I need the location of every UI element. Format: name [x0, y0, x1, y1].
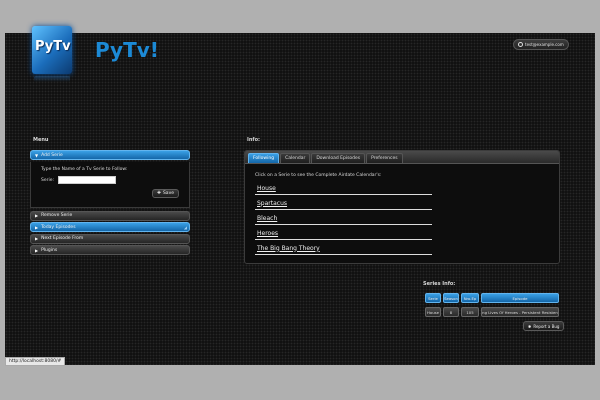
following-series-list: House Spartacus Bleach Heroes The Big Ba…	[255, 182, 432, 257]
menu-section-plugins[interactable]: ▶ Plugins	[30, 245, 190, 255]
app-title: PyTv!	[95, 38, 159, 62]
menu-section-label: Remove Serie	[41, 213, 73, 218]
status-bar-url: http://localhost:8080/#	[5, 357, 66, 366]
series-info-value: Long Lives Of Heroes - Persistent Resist…	[481, 307, 559, 317]
add-serie-panel: Type the Name of a Tv Serie to Follow: S…	[30, 161, 190, 208]
series-info-value: 8	[443, 307, 459, 317]
serie-link-house[interactable]: House	[255, 182, 432, 195]
bug-icon: ✱	[528, 323, 532, 329]
triangle-right-icon: ▶	[35, 247, 39, 253]
series-info-header: Nro.Ep	[461, 293, 479, 303]
user-account-button[interactable]: test@example.com	[513, 39, 569, 50]
triangle-right-icon: ▶	[35, 224, 39, 230]
menu-section-label: Plugins	[41, 247, 58, 253]
menu-section-today-episodes[interactable]: ▶ Today Episodes ◢	[30, 222, 190, 232]
menu-section-next-episode[interactable]: ▶ Next Episode From	[30, 233, 190, 244]
add-serie-hint: Type the Name of a Tv Serie to Follow:	[41, 166, 128, 172]
report-bug-label: Report a Bug	[533, 323, 560, 329]
save-button-label: Save	[162, 190, 174, 196]
menu-section-add-serie[interactable]: ▼ Add Serie	[30, 150, 190, 160]
user-email: test@example.com	[525, 42, 564, 47]
menu-section-label: Today Episodes	[41, 224, 76, 230]
triangle-right-icon: ▶	[35, 213, 39, 218]
info-panel: Following Calendar Download Episodes Pre…	[244, 150, 560, 264]
menu-accordion: ▼ Add Serie Type the Name of a Tv Serie …	[30, 150, 190, 257]
menu-section-remove-serie[interactable]: ▶ Remove Serie	[30, 210, 190, 221]
serie-input[interactable]	[58, 175, 116, 184]
info-label: Info:	[247, 137, 261, 143]
serie-link-bleach[interactable]: Bleach	[255, 212, 432, 225]
serie-link-big-bang-theory[interactable]: The Big Bang Theory	[255, 242, 432, 255]
save-icon: ✚	[157, 190, 161, 196]
serie-link-heroes[interactable]: Heroes	[255, 227, 432, 240]
menu-section-label: Add Serie	[41, 152, 63, 158]
series-info-header: Season	[443, 293, 459, 303]
menu-label: Menu	[33, 137, 49, 143]
menu-section-label: Next Episode From	[41, 236, 84, 241]
series-info-value: House	[425, 307, 441, 317]
serie-link-spartacus[interactable]: Spartacus	[255, 197, 432, 210]
serie-field-label: Serie:	[41, 177, 55, 183]
logo-text: PyTv	[35, 39, 71, 54]
tab-download-episodes[interactable]: Download Episodes	[311, 153, 366, 163]
report-bug-button[interactable]: ✱ Report a Bug	[523, 321, 565, 331]
series-info-value-row: House 8 105 Long Lives Of Heroes - Persi…	[425, 307, 559, 317]
info-tabbar: Following Calendar Download Episodes Pre…	[245, 151, 559, 164]
tab-following[interactable]: Following	[248, 153, 280, 163]
save-button[interactable]: ✚ Save	[152, 188, 179, 198]
triangle-right-icon: ▶	[35, 236, 39, 241]
series-info-header-row: Serie Season Nro.Ep Episode	[425, 293, 559, 303]
series-info-header: Serie	[425, 293, 441, 303]
tab-calendar[interactable]: Calendar	[280, 153, 311, 163]
logo: PyTv	[30, 23, 76, 83]
series-info-header: Episode	[481, 293, 559, 303]
following-hint: Click on a Serie to see the Complete Air…	[255, 173, 382, 178]
tab-preferences[interactable]: Preferences	[366, 153, 403, 163]
resize-grip-icon[interactable]: ◢	[184, 225, 187, 230]
series-info-value: 105	[461, 307, 479, 317]
series-info-label: Series Info:	[423, 281, 456, 287]
triangle-down-icon: ▼	[35, 152, 39, 158]
power-icon	[518, 42, 523, 47]
logo-reflection	[34, 76, 70, 82]
